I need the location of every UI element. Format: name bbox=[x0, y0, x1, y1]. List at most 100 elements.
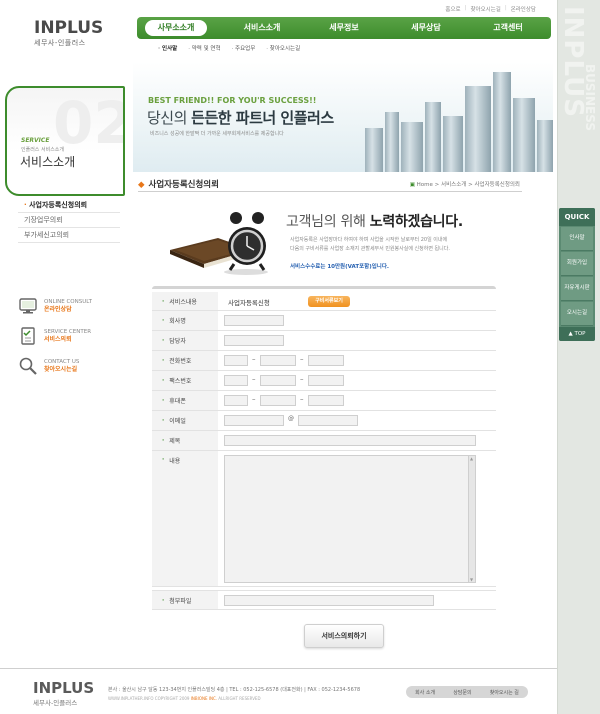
phone-input-3[interactable] bbox=[308, 355, 344, 366]
subnav-history[interactable]: 약력 및 연혁 bbox=[188, 44, 221, 52]
side-menu-vat[interactable]: 부가세신고의뢰 bbox=[18, 228, 120, 243]
book-clock-illustration bbox=[170, 212, 268, 275]
content-textarea[interactable] bbox=[224, 455, 476, 583]
home-icon: ▣ bbox=[409, 182, 415, 188]
site-logo[interactable]: INPLUS 세무사-인플러스 bbox=[34, 20, 103, 48]
mobile-dash: – bbox=[252, 395, 256, 403]
email-domain-input[interactable] bbox=[298, 415, 358, 426]
label-manager: 담당자 bbox=[152, 331, 218, 350]
banner-building bbox=[365, 128, 383, 172]
form-row-file: 첨부파일 bbox=[152, 590, 496, 610]
fax-dash: – bbox=[252, 375, 256, 383]
phone-dash: – bbox=[300, 355, 304, 363]
utility-nav: 홈으로 | 찾아오시는길 | 온라인상담 bbox=[445, 5, 536, 13]
nav-tax-consult[interactable]: 세무상담 bbox=[385, 20, 467, 36]
diamond-icon: ◆ bbox=[138, 180, 145, 190]
nav-office-intro[interactable]: 사무소소개 bbox=[145, 20, 207, 36]
form-row-service: 서비스내용 사업자등록신청 구비서류보기 bbox=[152, 292, 496, 311]
banner-building bbox=[493, 72, 511, 172]
manager-input[interactable] bbox=[224, 335, 284, 346]
banner-building bbox=[401, 122, 423, 172]
company-input[interactable] bbox=[224, 315, 284, 326]
subject-input[interactable] bbox=[224, 435, 476, 446]
email-at: @ bbox=[288, 415, 294, 422]
nav-customer-center[interactable]: 고객센터 bbox=[467, 20, 549, 36]
submit-request-button[interactable]: 서비스의뢰하기 bbox=[304, 624, 384, 648]
label-service: 서비스내용 bbox=[152, 292, 218, 310]
form-row-mobile: 휴대폰 – – bbox=[152, 391, 496, 411]
quick-item-board[interactable]: 자유게시판 bbox=[561, 277, 593, 301]
copyright-org: INBIONE INC. bbox=[190, 696, 218, 701]
label-email: 이메일 bbox=[152, 411, 218, 430]
main-banner: BEST FRIEND!! FOR YOU'R SUCCESS!! 당신의 든든… bbox=[133, 62, 553, 172]
page-title-text: 사업자등록신청의뢰 bbox=[148, 180, 219, 190]
fax-input-3[interactable] bbox=[308, 375, 344, 386]
label-company: 회사명 bbox=[152, 311, 218, 330]
quick-menu: QUICK 인사말 회원가입 자유게시판 오시는길 ▲ TOP bbox=[559, 208, 595, 341]
quick-menu-title: QUICK bbox=[559, 208, 595, 226]
fax-input-1[interactable] bbox=[224, 375, 248, 386]
form-row-phone: 전화번호 – – bbox=[152, 351, 496, 371]
section-number: 02 bbox=[53, 89, 123, 157]
fax-input-2[interactable] bbox=[260, 375, 296, 386]
side-menu-bookkeeping[interactable]: 기장업무의뢰 bbox=[18, 213, 120, 228]
util-home-link[interactable]: 홈으로 bbox=[445, 5, 460, 13]
nav-tax-info[interactable]: 세무정보 bbox=[303, 20, 385, 36]
phone-input-1[interactable] bbox=[224, 355, 248, 366]
label-subject: 제목 bbox=[152, 431, 218, 450]
email-id-input[interactable] bbox=[224, 415, 284, 426]
footer-copyright: WWW.INPLATHER.INFO COPYRIGHT 2009 INBION… bbox=[108, 696, 261, 701]
subnav-greeting[interactable]: 인사말 bbox=[158, 44, 177, 52]
logo-sub: 세무사-인플러스 bbox=[34, 39, 86, 47]
side-logo: INPLUS BUSINESS bbox=[558, 6, 597, 176]
mobile-input-1[interactable] bbox=[224, 395, 248, 406]
footer-link-consult[interactable]: 상담문의 bbox=[453, 689, 471, 696]
nav-service-intro[interactable]: 서비스소개 bbox=[221, 20, 303, 36]
side-menu-business-registration[interactable]: 사업자등록신청의뢰 bbox=[18, 198, 120, 213]
util-location-link[interactable]: 찾아오시는길 bbox=[470, 5, 500, 13]
footer-link-location[interactable]: 찾아오시는 길 bbox=[490, 689, 519, 696]
breadcrumb: ▣ Home > 서비스소개 > 사업자등록신청의뢰 bbox=[409, 182, 520, 188]
banner-tagline: BEST FRIEND!! FOR YOU'R SUCCESS!! bbox=[148, 96, 317, 105]
breadcrumb-home[interactable]: Home bbox=[417, 182, 433, 188]
form-row-email: 이메일 @ bbox=[152, 411, 496, 431]
footer-logo-sub: 세무사-인플러스 bbox=[33, 699, 78, 707]
mobile-input-2[interactable] bbox=[260, 395, 296, 406]
section-title: 서비스소개 bbox=[20, 155, 76, 169]
subnav-main-business[interactable]: 주요업무 bbox=[232, 44, 255, 52]
service-center-ko: 서비스의뢰 bbox=[44, 335, 72, 343]
subnav-location[interactable]: 찾아오시는길 bbox=[266, 44, 300, 52]
mobile-input-3[interactable] bbox=[308, 395, 344, 406]
util-consult-link[interactable]: 온라인상담 bbox=[511, 5, 536, 13]
banner-headline-bold: 든든한 파트너 인플러스 bbox=[191, 109, 334, 127]
file-input[interactable] bbox=[224, 595, 434, 606]
phone-input-2[interactable] bbox=[260, 355, 296, 366]
quick-top-button[interactable]: ▲ TOP bbox=[559, 327, 595, 341]
intro-heading: 고객님의 위해 노력하겠습니다. bbox=[286, 211, 463, 231]
form-row-manager: 담당자 bbox=[152, 331, 496, 351]
quick-item-location[interactable]: 오시는길 bbox=[561, 302, 593, 326]
banner-building bbox=[513, 98, 535, 172]
textarea-scrollbar[interactable] bbox=[468, 456, 475, 582]
quick-item-greeting[interactable]: 인사말 bbox=[561, 227, 593, 251]
required-docs-button[interactable]: 구비서류보기 bbox=[308, 296, 350, 307]
contact-us-box[interactable]: CONTACT US 찾아오시는길 bbox=[18, 352, 128, 380]
title-divider bbox=[138, 191, 522, 192]
footer-logo: INPLUS 세무사-인플러스 bbox=[33, 681, 94, 708]
mobile-dash: – bbox=[300, 395, 304, 403]
intro-line-1: 사업자등록은 사업장마다 하여야 하며 사업을 시작한 날로부터 20일 이내에 bbox=[290, 237, 448, 243]
copyright-pre: WWW.INPLATHER.INFO COPYRIGHT 2009 bbox=[108, 696, 191, 701]
footer-address: 본사 : 울산시 남구 달동 123-34번지 인플러스빌딩 4층 | TEL … bbox=[108, 687, 361, 693]
quick-item-join[interactable]: 회원가입 bbox=[561, 252, 593, 276]
footer-link-company[interactable]: 회사 소개 bbox=[415, 689, 435, 696]
service-center-box[interactable]: SERVICE CENTER 서비스의뢰 bbox=[18, 322, 128, 350]
breadcrumb-section[interactable]: 서비스소개 bbox=[441, 182, 466, 188]
banner-building bbox=[537, 120, 553, 172]
monitor-icon bbox=[18, 296, 38, 316]
section-card: 02 SERVICE 인플러스 서비스소개 서비스소개 bbox=[5, 86, 125, 196]
fax-dash: – bbox=[300, 375, 304, 383]
online-consult-box[interactable]: ONLINE CONSULT 온라인상담 bbox=[18, 292, 128, 320]
service-value: 사업자등록신청 bbox=[228, 299, 270, 307]
form-row-fax: 팩스번호 – – bbox=[152, 371, 496, 391]
page-title: ◆ 사업자등록신청의뢰 bbox=[138, 178, 219, 190]
